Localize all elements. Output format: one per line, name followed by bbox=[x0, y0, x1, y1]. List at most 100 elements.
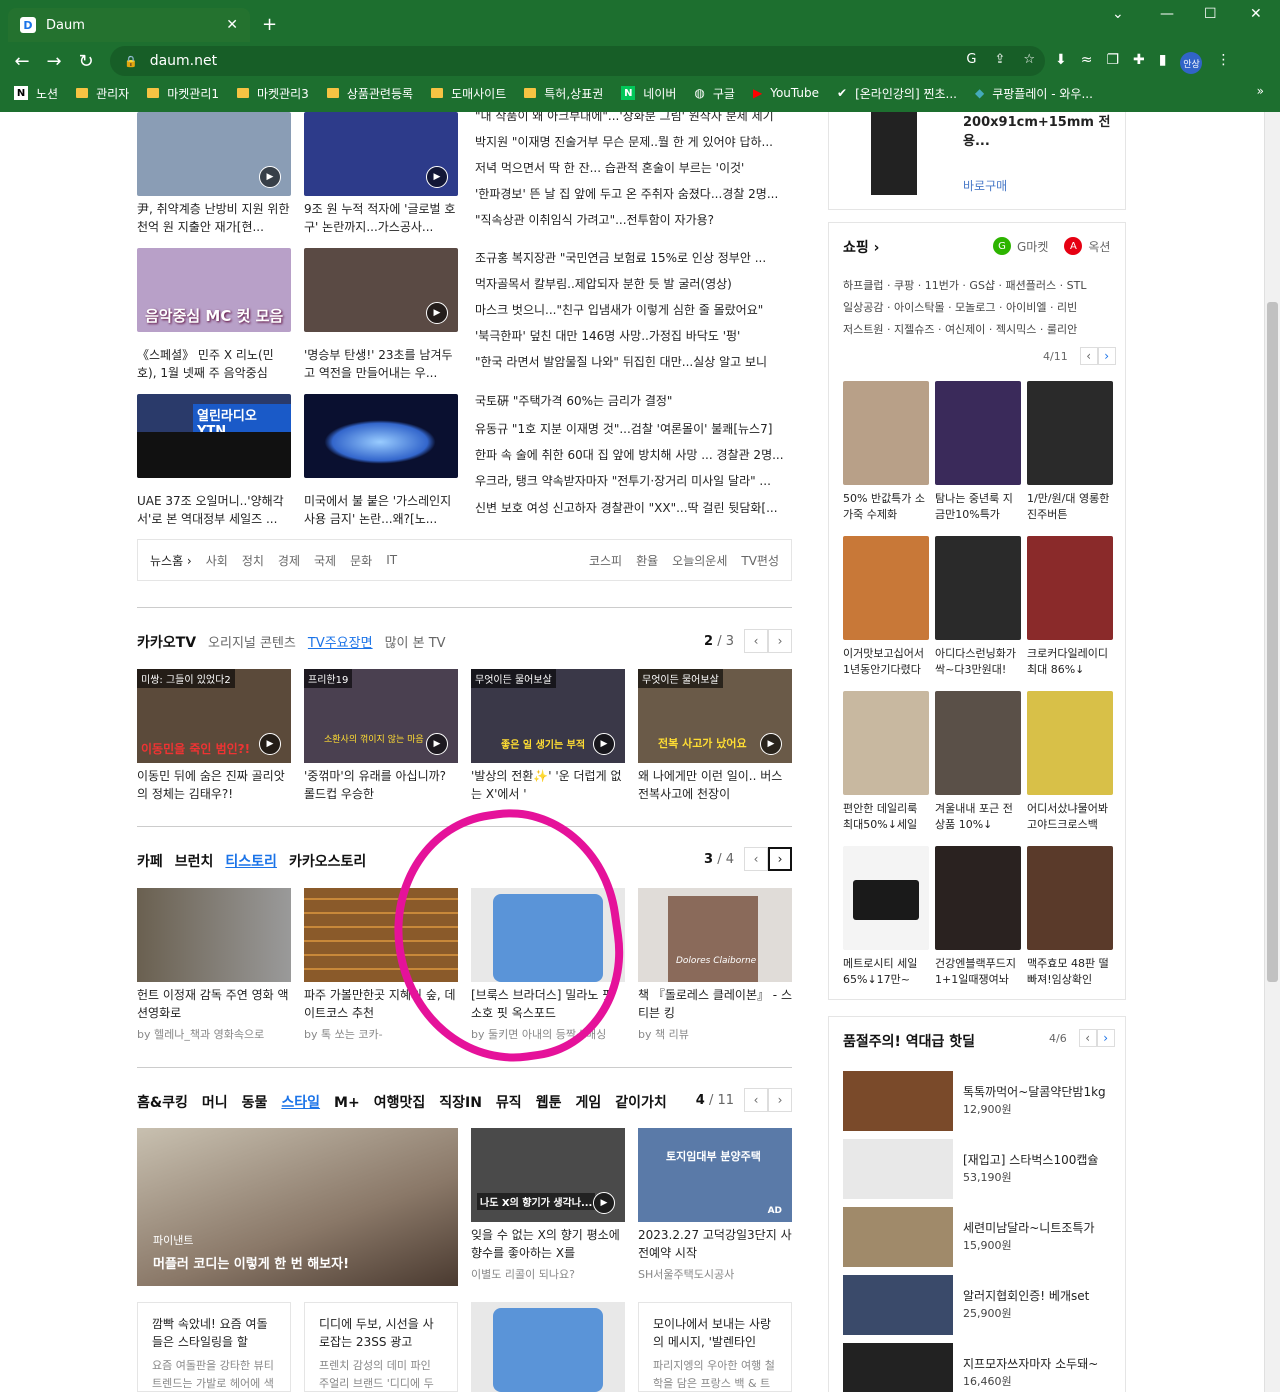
scrollbar-thumb[interactable] bbox=[1267, 302, 1278, 982]
tab-webtoon[interactable]: 웹툰 bbox=[536, 1092, 562, 1112]
news-cat-link[interactable]: 사회 bbox=[206, 552, 228, 569]
new-tab-icon[interactable]: + bbox=[262, 14, 277, 35]
hotdeal-item[interactable]: 알러지협회인증! 베개set 25,900원 bbox=[843, 1275, 1113, 1337]
ad-box[interactable]: 200x91cm+15mm 전용... 바로구매 bbox=[828, 112, 1126, 210]
headline-link[interactable]: 신변 보호 여성 신고하자 경찰관이 "XX"...딱 걸린 뒷담화[... bbox=[475, 498, 791, 518]
headline-link[interactable]: '한파경보' 뜬 날 집 앞에 두고 온 주취자 숨졌다...경찰 2명... bbox=[475, 184, 791, 204]
bookmark-notion[interactable]: N 노션 bbox=[14, 85, 58, 102]
news-thumb[interactable]: ▶ bbox=[304, 248, 458, 332]
avatar[interactable]: 안상 bbox=[1180, 52, 1203, 74]
news-thumb[interactable] bbox=[304, 394, 458, 478]
next-arrow-icon[interactable]: › bbox=[1096, 1029, 1115, 1047]
ad-buy-link[interactable]: 바로구매 bbox=[963, 177, 1007, 194]
article-card[interactable] bbox=[471, 1302, 625, 1392]
tab-animal[interactable]: 동물 bbox=[242, 1092, 268, 1112]
share-icon[interactable]: ⇪ bbox=[994, 52, 1005, 67]
kospi-link[interactable]: 코스피 bbox=[589, 552, 622, 569]
product-item[interactable]: 50% 반값특가 소가죽 수제화 bbox=[843, 381, 929, 523]
blog-card[interactable]: 헌트 이정재 감독 주연 영화 액션영화로 by 헬레나_책과 영화속으로 bbox=[137, 888, 291, 1042]
tab-tistory[interactable]: 티스토리 bbox=[225, 851, 277, 871]
mall-row[interactable]: 하프클럽 · 쿠팡 · 11번가 · GS샵 · 패션플러스 · STL bbox=[843, 275, 1086, 297]
tab-work[interactable]: 직장IN bbox=[439, 1092, 482, 1112]
headline-link[interactable]: 우크라, 탱크 약속받자마자 "전투기·장거리 미사일 달라" ... bbox=[475, 471, 791, 491]
news-thumb[interactable]: 음악중심 MC 컷 모음 bbox=[137, 248, 291, 332]
headline-link[interactable]: 저녁 먹으면서 딱 한 잔... 습관적 혼술이 부르는 '이것' bbox=[475, 158, 791, 178]
hotdeal-title[interactable]: 품절주의! 역대급 핫딜 bbox=[843, 1031, 975, 1051]
headline-link[interactable]: "직속상관 이취임식 가려고"...전투함이 자가용? bbox=[475, 210, 791, 230]
bookmark-folder[interactable]: 특허,상표권 bbox=[524, 85, 603, 102]
bookmark-folder[interactable]: 상품관련등록 bbox=[326, 85, 413, 102]
next-arrow-icon[interactable]: › bbox=[1097, 347, 1116, 365]
tab-music[interactable]: 뮤직 bbox=[496, 1092, 522, 1112]
tab-home-cooking[interactable]: 홈&쿠킹 bbox=[137, 1092, 188, 1112]
hotdeal-item[interactable]: 세련미남달라~니트조특가 15,900원 bbox=[843, 1207, 1113, 1269]
hotdeal-item[interactable]: 지프모자쓰자마자 소두돼~ 16,460원 bbox=[843, 1343, 1113, 1392]
style-card[interactable]: 나도 X의 향기가 생각나... ▶ 잊을 수 없는 X의 향기 평소에 향수를 … bbox=[471, 1128, 625, 1282]
bookmark-lecture[interactable]: ✔ [온라인강의] 찐초... bbox=[837, 85, 957, 102]
tab-together[interactable]: 같이가치 bbox=[615, 1092, 667, 1112]
headline-link[interactable]: 한파 속 술에 취한 60대 집 앞에 방치해 사망 ... 경찰관 2명... bbox=[475, 445, 791, 465]
next-arrow-icon[interactable]: › bbox=[768, 847, 792, 871]
tab-kakaostory[interactable]: 카카오스토리 bbox=[289, 851, 366, 871]
product-item[interactable]: 겨울내내 포근 전상품 10%↓ bbox=[935, 691, 1021, 833]
prev-arrow-icon[interactable]: ‹ bbox=[744, 629, 768, 653]
prev-arrow-icon[interactable]: ‹ bbox=[744, 1088, 768, 1112]
kakaotv-title[interactable]: 카카오TV bbox=[137, 632, 196, 652]
bookmark-naver[interactable]: N 네이버 bbox=[621, 85, 676, 102]
product-item[interactable]: 탐나는 중년룩 지금만10%특가 bbox=[935, 381, 1021, 523]
puzzle-icon[interactable]: ✚ bbox=[1133, 52, 1145, 74]
bookmark-folder[interactable]: 도매사이트 bbox=[431, 85, 506, 102]
product-item[interactable]: 어디서샀냐물어봐 고야드크로스백 bbox=[1027, 691, 1113, 833]
news-thumb[interactable]: ▶ bbox=[137, 112, 291, 196]
product-item[interactable]: 건강엔블랙푸드지 1+1일때쟁여놔 bbox=[935, 846, 1021, 988]
sidepanel-icon[interactable]: ▮ bbox=[1159, 52, 1167, 74]
tab-cafe[interactable]: 카페 bbox=[137, 851, 163, 871]
maximize-icon[interactable]: ☐ bbox=[1204, 6, 1217, 22]
video-card[interactable]: 무엇이든 물어보살 전복 사고가 났어요 ▶ 왜 나에게만 이런 일이.. 버스 전… bbox=[638, 669, 792, 803]
product-item[interactable]: 메트로시티 세일 65%↓17만~ bbox=[843, 846, 929, 988]
bookmark-folder[interactable]: 관리자 bbox=[76, 85, 129, 102]
forward-icon[interactable]: → bbox=[38, 51, 70, 72]
mall-row[interactable]: 저스트원 · 지젤슈즈 · 여신제이 · 젝시믹스 · 룰리안 bbox=[843, 319, 1086, 341]
bookmark-folder[interactable]: 마켓관리1 bbox=[147, 85, 219, 102]
headline-link[interactable]: 마스크 벗으니..."친구 입냄새가 이렇게 심한 줄 몰랐어요" bbox=[475, 300, 791, 320]
product-item[interactable]: 맥주효모 48판 떨빠져!임상확인 bbox=[1027, 846, 1113, 988]
video-card[interactable]: 미쌍: 그들이 있었다2 이동민을 죽인 범인?! ▶ 이동민 뒤에 숨은 진짜 골… bbox=[137, 669, 291, 803]
news-home-link[interactable]: 뉴스홈 › bbox=[150, 552, 192, 569]
prev-arrow-icon[interactable]: ‹ bbox=[1078, 1029, 1097, 1047]
tab-game[interactable]: 게임 bbox=[575, 1092, 601, 1112]
tab-style[interactable]: 스타일 bbox=[281, 1092, 320, 1112]
news-cat-link[interactable]: 정치 bbox=[242, 552, 264, 569]
auction-link[interactable]: 옥션 bbox=[1088, 238, 1110, 255]
google-icon[interactable]: G bbox=[966, 52, 976, 67]
mall-row[interactable]: 일상공감 · 아이스탁몰 · 모놀로그 · 아이비엘 · 리빈 bbox=[843, 297, 1086, 319]
news-cat-link[interactable]: 문화 bbox=[350, 552, 372, 569]
news-cat-link[interactable]: IT bbox=[386, 553, 397, 567]
exchange-link[interactable]: 환율 bbox=[636, 552, 658, 569]
tab-original[interactable]: 오리지널 콘텐츠 bbox=[208, 632, 296, 651]
tab-mplus[interactable]: M+ bbox=[334, 1095, 360, 1111]
tab-tv-highlights[interactable]: TV주요장면 bbox=[308, 632, 373, 651]
headline-link[interactable]: '북극한파' 덮친 대만 146명 사망..가정집 바닥도 '펑' bbox=[475, 326, 791, 346]
minimize-icon[interactable]: — bbox=[1160, 6, 1174, 22]
product-item[interactable]: 이거맛보고십어서 1년동안기다렸다 bbox=[843, 536, 929, 678]
article-card[interactable]: 디디에 두보, 시선을 사로잡는 23SS 광고 프렌치 감성의 데미 파인 주… bbox=[304, 1302, 458, 1392]
shopping-title[interactable]: 쇼핑 › bbox=[843, 237, 879, 257]
tab-money[interactable]: 머니 bbox=[202, 1092, 228, 1112]
hotdeal-item[interactable]: [재입고] 스타벅스100캡슐 53,190원 bbox=[843, 1139, 1113, 1201]
more-bookmarks-icon[interactable]: » bbox=[1257, 84, 1264, 98]
news-caption[interactable]: '명승부 탄생!' 23초를 남겨두고 역전을 만들어내는 우... bbox=[304, 346, 458, 382]
gmarket-link[interactable]: G마켓 bbox=[1017, 238, 1048, 255]
browser-tab[interactable]: D Daum ✕ bbox=[8, 8, 250, 42]
style-card[interactable]: 토지임대부 분양주택 AD 2023.2.27 고덕강일3단지 사전예약 시작 S… bbox=[638, 1128, 792, 1282]
prev-arrow-icon[interactable]: ‹ bbox=[1079, 347, 1098, 365]
prev-arrow-icon[interactable]: ‹ bbox=[744, 847, 768, 871]
address-bar[interactable]: 🔒 daum.net G ⇪ ☆ bbox=[110, 46, 1045, 76]
product-item[interactable]: 편안한 데일리룩 최대50%↓세일 bbox=[843, 691, 929, 833]
news-cat-link[interactable]: 국제 bbox=[314, 552, 336, 569]
headline-link[interactable]: 국토硏 "주택가격 60%는 금리가 결정" bbox=[475, 391, 791, 411]
headline-link[interactable]: 박지원 "이재명 진술거부 무슨 문제..뭘 한 게 있어야 답하... bbox=[475, 132, 791, 152]
news-caption[interactable]: 尹, 취약계층 난방비 지원 위한 천억 원 지출안 재가[현... bbox=[137, 200, 291, 236]
blog-card[interactable]: 파주 가볼만한곳 지혜의 숲, 데이트코스 추천 by 톡 쏘는 코카- bbox=[304, 888, 458, 1042]
headline-link[interactable]: "내 작품이 왜 아크부대에"...'창화분 그림' 원작자 분제 제기 bbox=[475, 112, 791, 126]
